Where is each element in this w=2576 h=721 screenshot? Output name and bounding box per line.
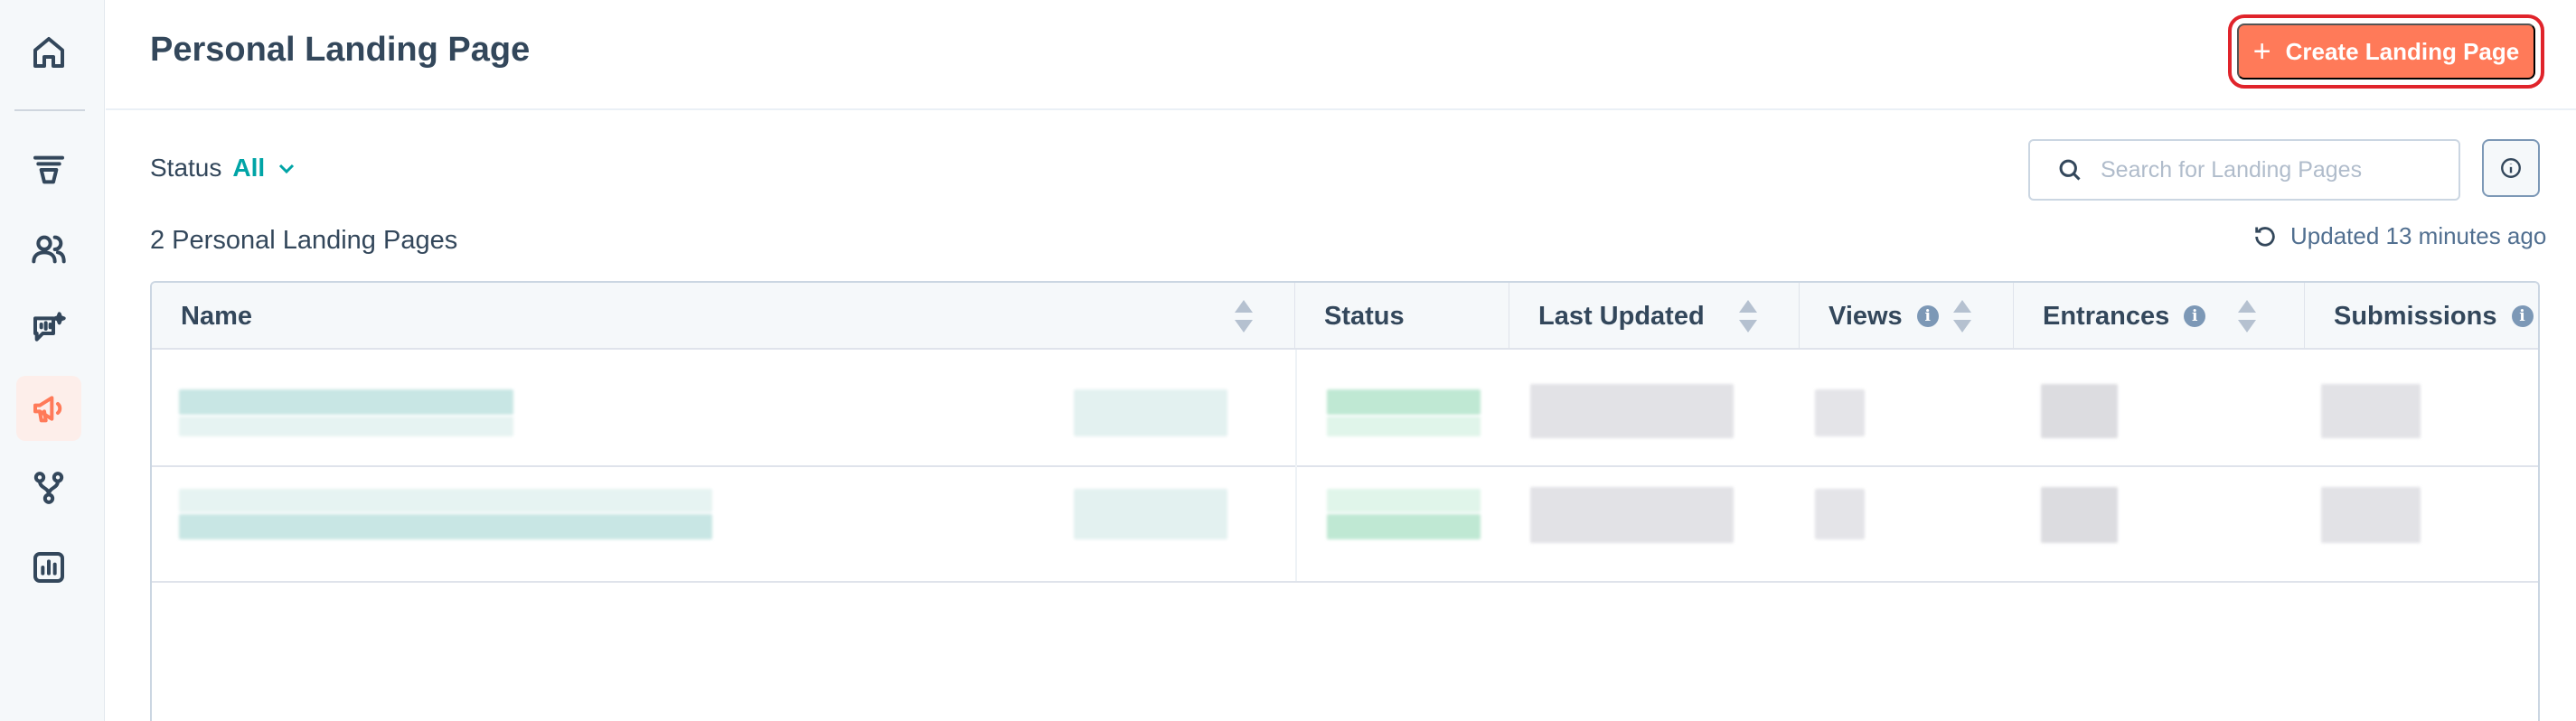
row-entrances-placeholder (2041, 384, 2118, 438)
home-icon[interactable] (16, 20, 81, 85)
row-entrances-placeholder (2041, 487, 2118, 543)
column-header-entrances[interactable]: Entrances i (2014, 283, 2305, 350)
create-landing-page-label: Create Landing Page (2285, 37, 2520, 65)
sort-icon[interactable] (1739, 300, 1757, 332)
refresh-icon[interactable] (2252, 224, 2278, 249)
column-divider (1295, 350, 1297, 581)
row-status-placeholder (1327, 389, 1481, 415)
search-input[interactable] (2101, 156, 2444, 183)
conversations-icon[interactable] (16, 296, 81, 361)
landing-page-count: 2 Personal Landing Pages (150, 226, 458, 255)
row-name-placeholder[interactable] (179, 389, 513, 415)
column-header-status[interactable]: Status (1295, 283, 1509, 350)
column-header-last-updated[interactable]: Last Updated (1509, 283, 1800, 350)
table-row[interactable] (152, 351, 2538, 467)
last-refreshed: Updated 13 minutes ago (2252, 222, 2546, 250)
info-icon[interactable]: i (2511, 305, 2534, 327)
row-name-placeholder[interactable] (179, 514, 712, 539)
row-submissions-placeholder (2321, 487, 2421, 543)
row-last-updated-placeholder (1530, 487, 1734, 543)
workflows-icon[interactable] (16, 455, 81, 520)
landing-pages-table: Name Status Last Updated Views i Entranc… (150, 281, 2540, 721)
table-header: Name Status Last Updated Views i Entranc… (152, 283, 2538, 350)
status-filter-label: Status (150, 154, 222, 182)
info-icon[interactable]: i (2184, 305, 2206, 327)
sidebar (0, 0, 105, 721)
updated-text: Updated 13 minutes ago (2290, 222, 2547, 249)
column-header-views[interactable]: Views i (1800, 283, 2014, 350)
column-header-submissions[interactable]: Submissions i (2305, 283, 2538, 350)
row-submissions-placeholder (2321, 384, 2421, 438)
status-filter-value: All (232, 154, 266, 182)
reports-icon[interactable] (16, 535, 81, 600)
page-title: Personal Landing Page (150, 31, 531, 69)
contacts-icon[interactable] (16, 217, 81, 282)
row-views-placeholder (1815, 489, 1865, 539)
row-status-placeholder (1327, 514, 1481, 539)
create-landing-page-button[interactable]: + Create Landing Page (2228, 14, 2544, 89)
chevron-down-icon (279, 164, 295, 174)
sort-icon[interactable] (1235, 300, 1253, 332)
sidebar-divider (14, 109, 85, 111)
column-header-name[interactable]: Name (152, 283, 1295, 350)
sort-icon[interactable] (2238, 300, 2256, 332)
plus-icon: + (2252, 34, 2271, 69)
sort-icon[interactable] (1953, 300, 1971, 332)
info-icon[interactable]: i (1916, 305, 1939, 327)
search-icon (2059, 159, 2081, 181)
info-icon (2501, 158, 2521, 178)
funnel-icon[interactable] (16, 137, 81, 202)
row-views-placeholder (1815, 389, 1865, 436)
status-filter[interactable]: Status All (150, 154, 297, 183)
page-header: Personal Landing Page + Create Landing P… (106, 0, 2576, 110)
search-box (2028, 139, 2460, 201)
marketing-megaphone-icon[interactable] (16, 376, 81, 441)
table-row[interactable] (152, 467, 2538, 583)
info-button[interactable] (2482, 139, 2540, 197)
row-last-updated-placeholder (1530, 384, 1734, 438)
